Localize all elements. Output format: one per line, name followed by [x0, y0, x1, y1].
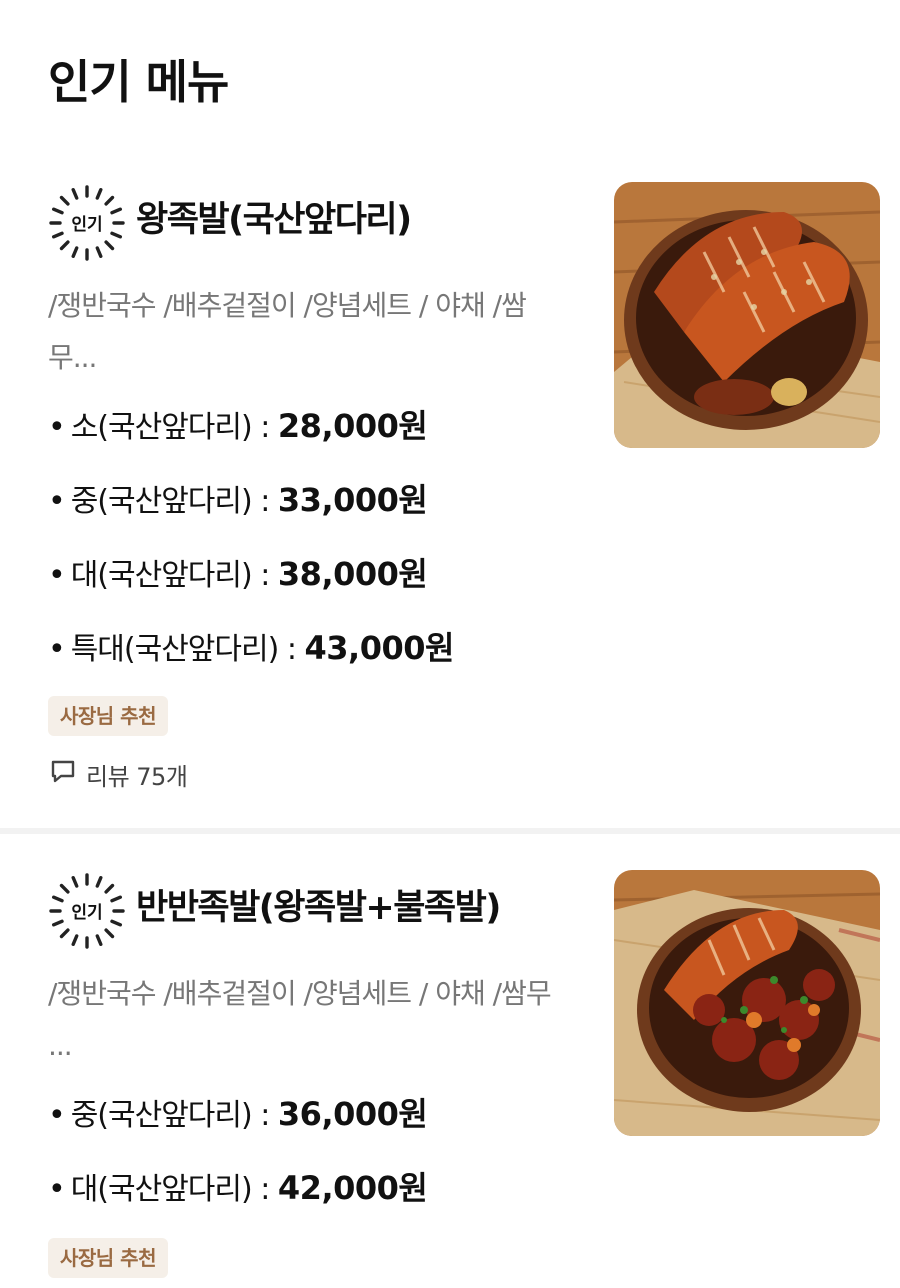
- price-row: • 중(국산앞다리) : 36,000원: [48, 1095, 428, 1133]
- menu-item-photo[interactable]: [614, 870, 880, 1136]
- price-label: 중(국산앞다리) :: [70, 1098, 278, 1133]
- price-list: • 소(국산앞다리) : 28,000원 • 중(국산앞다리) : 33,000원 …: [48, 400, 454, 696]
- menu-item-banban-jokbal[interactable]: 인기 반반족발(왕족발+불족발) /쟁반국수 /배추겉절이 /양념세트 / 야채…: [0, 866, 900, 1288]
- price-label: 소(국산앞다리) :: [70, 410, 278, 445]
- price-label: 중(국산앞다리) :: [70, 484, 278, 519]
- price-amount: 36,000원: [277, 1095, 428, 1133]
- price-label: 특대(국산앞다리) :: [70, 632, 305, 667]
- review-speech-bubble-icon: [50, 758, 76, 790]
- price-amount: 43,000원: [304, 629, 455, 667]
- menu-item-description: /쟁반국수 /배추겉절이 /양념세트 / 야채 /쌈무 ...: [48, 977, 552, 1062]
- page-title: 인기 메뉴: [48, 55, 229, 109]
- price-amount: 28,000원: [277, 407, 428, 445]
- owner-recommend-tag: 사장님 추천: [48, 1238, 168, 1278]
- price-amount: 33,000원: [277, 481, 428, 519]
- badge-label: 인기: [71, 903, 102, 923]
- owner-recommend-tag: 사장님 추천: [48, 696, 168, 736]
- price-amount: 38,000원: [277, 555, 428, 593]
- price-row: • 소(국산앞다리) : 28,000원: [48, 407, 428, 445]
- price-row: • 특대(국산앞다리) : 43,000원: [48, 629, 455, 667]
- popular-badge-icon: 인기: [48, 872, 126, 950]
- menu-item-photo[interactable]: [614, 182, 880, 448]
- price-row: • 대(국산앞다리) : 38,000원: [48, 555, 428, 593]
- menu-item-name: 반반족발(왕족발+불족발): [136, 888, 501, 928]
- review-count-label: 리뷰 75개: [86, 762, 188, 791]
- price-label: 대(국산앞다리) :: [70, 558, 278, 593]
- price-label: 대(국산앞다리) :: [70, 1172, 278, 1207]
- menu-item-name: 왕족발(국산앞다리): [136, 200, 412, 240]
- popular-badge-icon: 인기: [48, 184, 126, 262]
- price-amount: 42,000원: [277, 1169, 428, 1207]
- price-row: • 대(국산앞다리) : 42,000원: [48, 1169, 428, 1207]
- review-count-link[interactable]: 리뷰 75개: [50, 754, 188, 794]
- price-list: • 중(국산앞다리) : 36,000원 • 대(국산앞다리) : 42,000원: [48, 1088, 428, 1236]
- menu-item-wang-jokbal[interactable]: 인기 왕족발(국산앞다리) /쟁반국수 /배추겉절이 /양념세트 / 야채 /쌈…: [0, 176, 900, 828]
- section-divider: [0, 828, 900, 834]
- price-row: • 중(국산앞다리) : 33,000원: [48, 481, 428, 519]
- menu-item-description: /쟁반국수 /배추겉절이 /양념세트 / 야채 /쌈무...: [48, 289, 527, 374]
- badge-label: 인기: [71, 215, 102, 235]
